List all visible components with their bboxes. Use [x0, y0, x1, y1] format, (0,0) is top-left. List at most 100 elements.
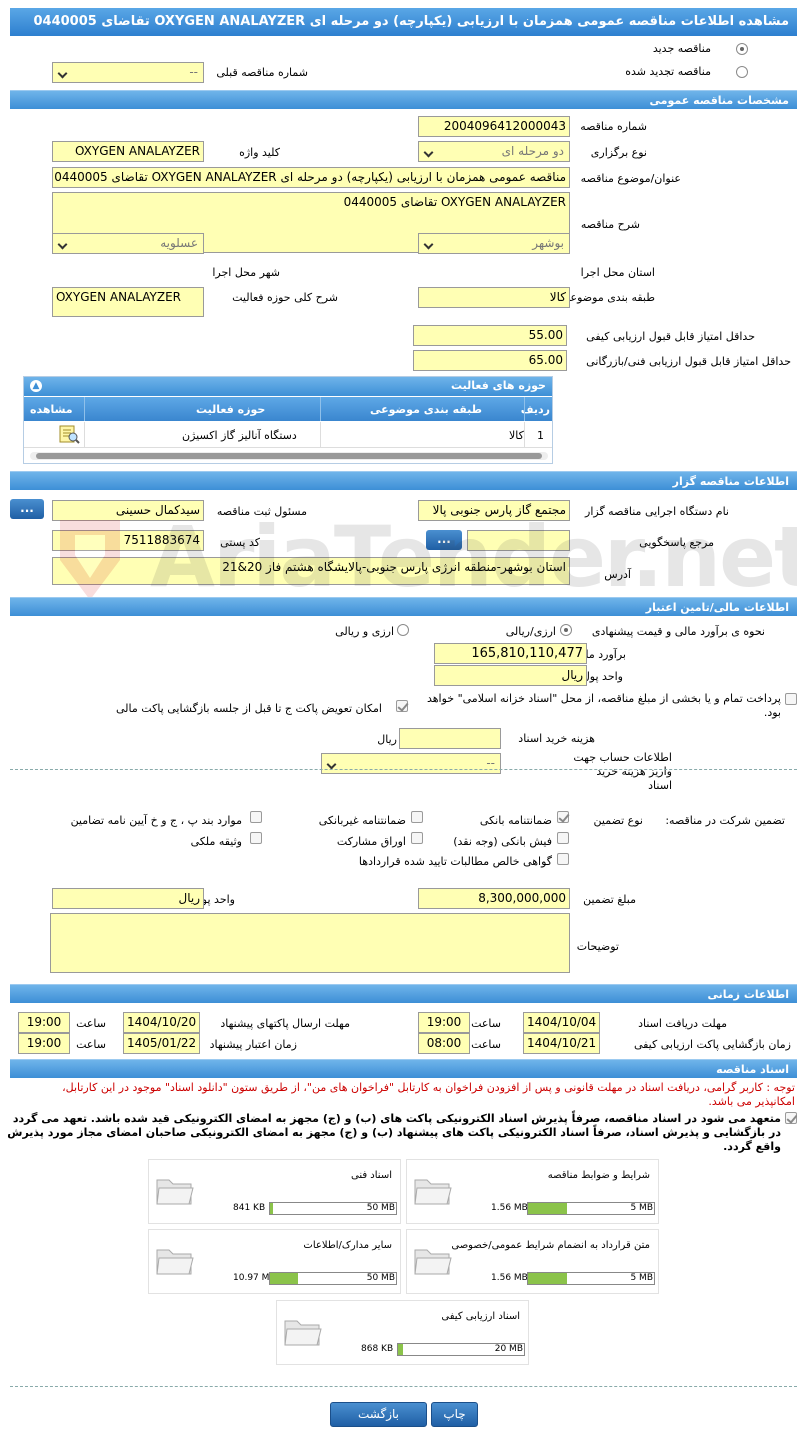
account-info-label: اطلاعات حساب جهت واریز هزینه خرید اسناد — [573, 751, 672, 792]
claims-checkbox[interactable] — [557, 853, 569, 865]
doc-name: متن قرارداد به انضمام شرایط عمومی/خصوصی — [451, 1240, 650, 1251]
treasury-label: پرداخت تمام و یا بخشی از مبلغ مناقصه، از… — [426, 692, 781, 719]
nonbank-guarantee-label: ضمانتنامه غیربانکی — [318, 814, 406, 827]
commit-checkbox[interactable] — [785, 1112, 797, 1124]
nonbank-guarantee-checkbox[interactable] — [411, 811, 423, 823]
swap-envelope-checkbox[interactable] — [396, 700, 408, 712]
doc-cost-unit: ریال — [377, 733, 397, 746]
estimate-amount-field: 165,810,110,477 — [434, 643, 587, 664]
bonds-label: اوراق مشارکت — [336, 835, 406, 848]
doc-max: 50 MB — [366, 1273, 395, 1283]
swap-envelope-label: امکان تعویض پاکت ج تا قبل از جلسه بازگشا… — [116, 702, 382, 715]
min-quality-score-field: 55.00 — [413, 325, 567, 346]
section-organizer-header: اطلاعات مناقصه گزار — [10, 471, 797, 490]
doc-card-quality[interactable]: اسناد ارزیابی کیفی 868 KB 20 MB — [276, 1300, 529, 1365]
open-quality-time-label: ساعت — [471, 1038, 501, 1051]
bank-guarantee-checkbox[interactable] — [557, 811, 569, 823]
currency-label: واحد پول — [581, 670, 623, 683]
account-info-select[interactable]: -- — [321, 753, 501, 774]
chevron-down-icon — [423, 239, 434, 250]
prev-tender-no-label: شماره مناقصه قبلی — [216, 66, 308, 79]
doc-size: 1.56 MB — [491, 1273, 528, 1283]
activity-scope-label: شرح کلی حوزه فعالیت — [232, 291, 338, 304]
section-general-header: مشخصات مناقصه عمومی — [10, 90, 797, 109]
keyword-field: OXYGEN ANALAYZER — [52, 141, 204, 162]
bank-guarantee-label: ضمانتنامه بانکی — [479, 814, 552, 827]
responsible-lookup-button[interactable]: ... — [10, 499, 44, 519]
send-deadline-time-label: ساعت — [76, 1017, 106, 1030]
claims-label: گواهی خالص مطالبات تایید شده قراردادها — [358, 855, 552, 868]
activity-grid-title-bar: حوزه های فعالیت ▲ — [24, 377, 552, 396]
doc-size: 868 KB — [361, 1344, 394, 1354]
doc-card-contract[interactable]: متن قرارداد به انضمام شرایط عمومی/خصوصی … — [406, 1229, 659, 1294]
guarantee-amount-field: 8,300,000,000 — [418, 888, 570, 909]
validity-label: زمان اعتبار پیشنهاد — [209, 1038, 297, 1051]
property-checkbox[interactable] — [250, 832, 262, 844]
radio-renewed-tender[interactable] — [736, 66, 748, 78]
doc-card-terms[interactable]: شرایط و ضوابط مناقصه 1.56 MB 5 MB — [406, 1159, 659, 1224]
validity-time-label: ساعت — [76, 1038, 106, 1051]
guarantee-type-label: نوع تضمین — [593, 814, 643, 827]
notes-label: توضیحات — [576, 940, 619, 953]
bonds-checkbox[interactable] — [411, 832, 423, 844]
min-tech-score-label: حداقل امتیاز قابل قبول ارزیابی فنی/بازرگ… — [586, 355, 791, 368]
validity-date: 1405/01/22 — [123, 1033, 200, 1054]
page-title: مشاهده اطلاعات مناقصه عمومی همزمان با ار… — [10, 8, 797, 36]
print-button[interactable]: چاپ — [431, 1402, 478, 1427]
chevron-down-icon — [326, 759, 337, 770]
city-select[interactable]: عسلویه — [52, 233, 204, 254]
guarantee-amount-label: مبلغ تضمین — [583, 893, 636, 906]
articles-label: موارد بند پ ، ج و خ آیین نامه تضامین — [70, 814, 242, 827]
watermark-text: AriaTender.net — [150, 508, 797, 606]
cheque-checkbox[interactable] — [557, 832, 569, 844]
activity-scope-field: OXYGEN ANALAYZER — [52, 287, 204, 317]
folder-icon — [414, 1249, 452, 1275]
view-details-icon[interactable] — [58, 424, 80, 444]
holding-type-select[interactable]: دو مرحله ای — [418, 141, 570, 162]
province-select[interactable]: بوشهر — [418, 233, 570, 254]
estimate-method-label: نحوه ی برآورد مالی و قیمت پیشنهادی — [591, 625, 765, 638]
doc-card-other[interactable]: سایر مدارک/اطلاعات 10.97 MB 50 MB — [148, 1229, 401, 1294]
guarantee-label: تضمین شرکت در مناقصه: — [665, 814, 785, 827]
radio-new-tender-label: مناقصه جدید — [652, 42, 711, 55]
chevron-down-icon — [57, 239, 68, 250]
radio-new-tender[interactable] — [736, 43, 748, 55]
doc-size: 841 KB — [233, 1203, 266, 1213]
doc-cost-label: هزینه خرید اسناد — [518, 732, 595, 745]
collapse-icon[interactable]: ▲ — [30, 380, 42, 392]
doc-cost-field — [399, 728, 501, 749]
radio-foreign-and-rial-label: ارزی و ریالی — [335, 625, 394, 638]
treasury-checkbox[interactable] — [785, 693, 797, 705]
open-quality-label: زمان بازگشایی پاکت ارزیابی کیفی — [633, 1038, 791, 1051]
guarantee-currency-field: ریال — [52, 888, 204, 909]
doc-deadline-time-label: ساعت — [471, 1017, 501, 1030]
min-quality-score-label: حداقل امتیاز قابل قبول ارزیابی کیفی — [586, 330, 755, 343]
folder-icon — [156, 1179, 194, 1205]
col-category: طبقه بندی موضوعی — [370, 403, 483, 416]
doc-name: سایر مدارک/اطلاعات — [303, 1240, 392, 1251]
back-button[interactable]: بازگشت — [330, 1402, 427, 1427]
section-timing-header: اطلاعات زمانی — [10, 984, 797, 1003]
activity-grid-scrollbar[interactable] — [30, 452, 548, 460]
radio-foreign-rial[interactable] — [560, 624, 572, 636]
prev-tender-no-select[interactable]: -- — [52, 62, 204, 83]
province-label: استان محل اجرا — [580, 266, 655, 279]
doc-deadline-date: 1404/10/04 — [523, 1012, 600, 1033]
articles-checkbox[interactable] — [250, 811, 262, 823]
doc-card-technical[interactable]: اسناد فنی 841 KB 50 MB — [148, 1159, 401, 1224]
holding-type-label: نوع برگزاری — [590, 146, 647, 159]
description-label: شرح مناقصه — [580, 218, 640, 231]
min-tech-score-field: 65.00 — [413, 350, 567, 371]
section-finance-header: اطلاعات مالی/تامین اعتبار — [10, 597, 797, 616]
doc-deadline-time: 19:00 — [418, 1012, 470, 1033]
city-label: شهر محل اجرا — [212, 266, 280, 279]
radio-foreign-and-rial[interactable] — [397, 624, 409, 636]
property-label: وثیقه ملکی — [190, 835, 242, 848]
docs-notice: توجه : کاربر گرامی، دریافت اسناد در مهلت… — [62, 1081, 795, 1108]
doc-deadline-label: مهلت دریافت اسناد — [638, 1017, 727, 1030]
doc-name: اسناد فنی — [351, 1170, 392, 1181]
doc-name: شرایط و ضوابط مناقصه — [547, 1170, 650, 1181]
doc-max: 5 MB — [630, 1203, 653, 1213]
activity-grid: حوزه های فعالیت ▲ ردیف طبقه بندی موضوعی … — [23, 376, 553, 464]
category-field: کالا — [418, 287, 570, 308]
